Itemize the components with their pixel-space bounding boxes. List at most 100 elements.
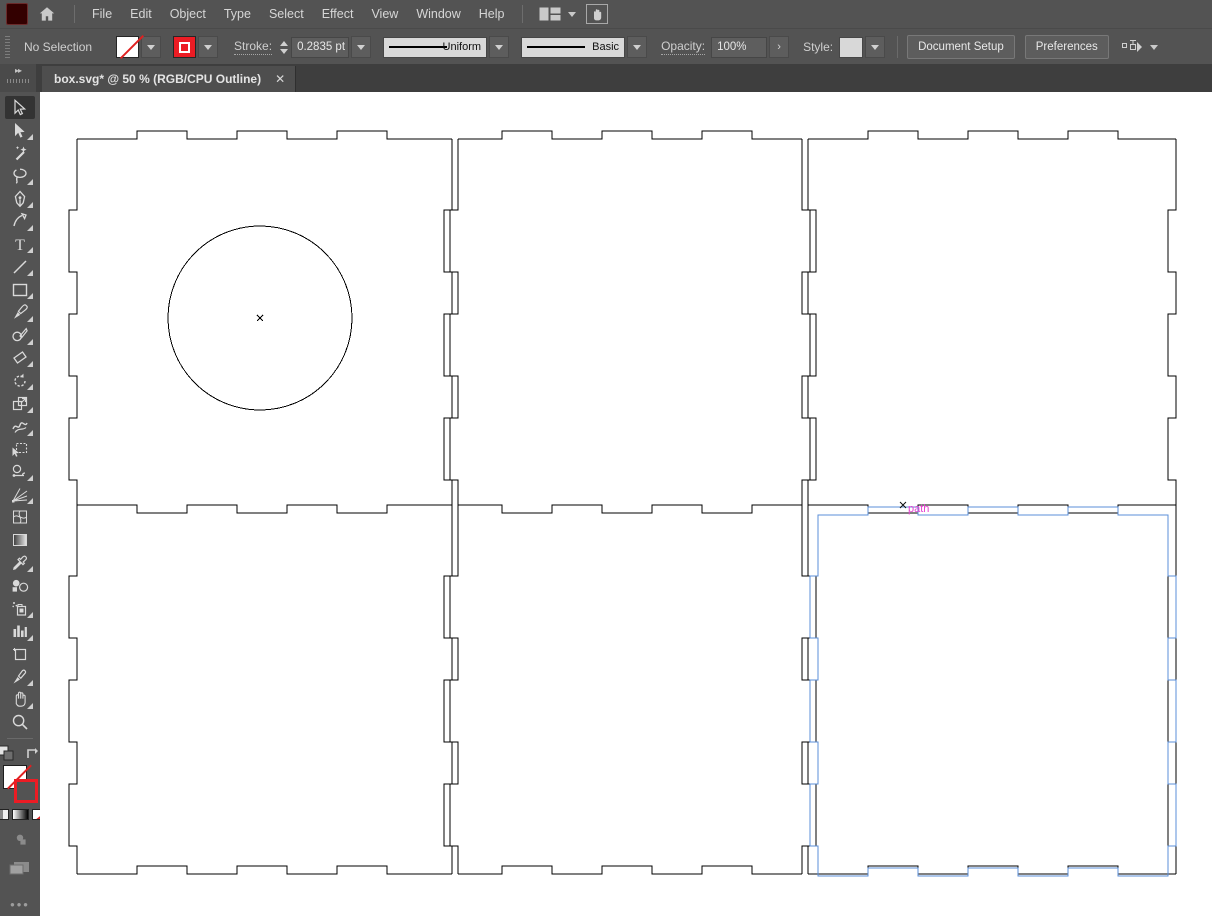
gradient-swatch-button[interactable]: [12, 809, 29, 820]
flyout-indicator: [27, 202, 33, 208]
brush-definition-field[interactable]: Basic: [521, 37, 625, 58]
gradient-tool[interactable]: [5, 529, 35, 552]
stroke-swatch[interactable]: [173, 36, 196, 58]
lasso-tool[interactable]: [5, 164, 35, 187]
type-tool[interactable]: T: [5, 233, 35, 256]
document-tab-bar: ▸▸ box.svg* @ 50 % (RGB/CPU Outline) ✕: [0, 64, 1212, 92]
control-bar-grip[interactable]: [5, 36, 10, 58]
color-swatch-button[interactable]: [0, 809, 9, 820]
stroke-swatch-toolbar[interactable]: [14, 779, 38, 803]
blend-tool[interactable]: [5, 574, 35, 597]
align-dropdown-caret-icon[interactable]: [1150, 45, 1158, 50]
panel2-right-edge: [802, 139, 810, 505]
perspective-grid-tool[interactable]: [5, 483, 35, 506]
stroke-dropdown-button[interactable]: [198, 36, 218, 58]
line-segment-tool[interactable]: [5, 255, 35, 278]
document-tab[interactable]: box.svg* @ 50 % (RGB/CPU Outline) ✕: [42, 66, 296, 92]
menu-help[interactable]: Help: [470, 3, 514, 25]
fill-and-stroke-indicator[interactable]: [2, 765, 38, 803]
chevron-down-icon: [633, 45, 641, 50]
paintbrush-tool[interactable]: [5, 301, 35, 324]
column-graph-tool[interactable]: [5, 620, 35, 643]
width-profile-field[interactable]: Uniform: [383, 37, 487, 58]
selected-path-highlight[interactable]: [810, 507, 1176, 876]
circle-center-mark: [257, 315, 263, 321]
menu-type[interactable]: Type: [215, 3, 260, 25]
flyout-indicator: [27, 134, 33, 140]
fill-stroke-controls: [0, 745, 42, 763]
symbol-sprayer-tool[interactable]: [5, 597, 35, 620]
stepper-up-icon[interactable]: [280, 41, 288, 46]
stroke-weight-input[interactable]: 0.2835 pt: [291, 37, 349, 58]
stroke-weight-dropdown[interactable]: [351, 36, 371, 58]
stroke-swatch-group[interactable]: [173, 36, 218, 58]
menu-window[interactable]: Window: [407, 3, 469, 25]
preferences-button[interactable]: Preferences: [1025, 35, 1109, 59]
shape-builder-tool[interactable]: [5, 461, 35, 484]
panel1-left-edge: [69, 139, 77, 505]
edit-toolbar-icon[interactable]: •••: [5, 893, 35, 916]
stepper-down-icon[interactable]: [280, 49, 288, 54]
artboard-tool[interactable]: [5, 643, 35, 666]
smart-guide-label: path: [908, 503, 929, 515]
menu-view[interactable]: View: [362, 3, 407, 25]
opacity-options-button[interactable]: ›: [769, 36, 789, 58]
graphic-style-dropdown[interactable]: [865, 36, 885, 58]
menu-object[interactable]: Object: [161, 3, 215, 25]
free-transform-tool[interactable]: [5, 438, 35, 461]
chevron-down-icon[interactable]: [568, 12, 576, 17]
menu-select[interactable]: Select: [260, 3, 313, 25]
flyout-indicator: [27, 498, 33, 504]
align-to-selection-icon[interactable]: [1121, 38, 1145, 56]
selection-tool[interactable]: [5, 96, 35, 119]
toolbar-divider: [7, 738, 33, 739]
panel2-bottom-edge: [458, 505, 802, 513]
stroke-weight-stepper[interactable]: [280, 41, 288, 54]
pen-tool[interactable]: [5, 187, 35, 210]
rotate-tool[interactable]: [5, 369, 35, 392]
home-icon[interactable]: [34, 1, 60, 27]
close-icon[interactable]: ✕: [275, 73, 285, 85]
menu-file[interactable]: File: [83, 3, 121, 25]
hand-tool[interactable]: [5, 688, 35, 711]
eyedropper-tool[interactable]: [5, 552, 35, 575]
width-profile-preview: [389, 46, 447, 48]
opacity-input[interactable]: 100%: [711, 37, 767, 58]
zoom-tool[interactable]: [5, 711, 35, 734]
panel-grip[interactable]: [7, 79, 29, 83]
change-screen-mode-button[interactable]: [5, 857, 35, 882]
fill-swatch[interactable]: [116, 36, 139, 58]
menu-separator: [74, 5, 75, 23]
stroke-label[interactable]: Stroke:: [234, 39, 272, 55]
scale-tool[interactable]: [5, 392, 35, 415]
flyout-indicator: [27, 680, 33, 686]
mesh-tool[interactable]: [5, 506, 35, 529]
document-setup-button[interactable]: Document Setup: [907, 35, 1015, 59]
opacity-label[interactable]: Opacity:: [661, 39, 705, 55]
artboard-canvas[interactable]: path: [40, 92, 1212, 916]
width-tool[interactable]: [5, 415, 35, 438]
width-profile-dropdown[interactable]: [489, 36, 509, 58]
brush-definition-dropdown[interactable]: [627, 36, 647, 58]
expand-panels-icon[interactable]: ▸▸: [0, 64, 36, 92]
direct-selection-tool[interactable]: [5, 119, 35, 142]
menu-edit[interactable]: Edit: [121, 3, 161, 25]
fill-swatch-group[interactable]: [116, 36, 161, 58]
curvature-tool[interactable]: [5, 210, 35, 233]
magic-wand-tool[interactable]: [5, 142, 35, 165]
shaper-tool[interactable]: [5, 324, 35, 347]
rectangle-tool[interactable]: [5, 278, 35, 301]
hand-tool-icon[interactable]: [586, 4, 608, 24]
graphic-style-swatch[interactable]: [839, 37, 863, 58]
chevron-down-icon: [204, 45, 212, 50]
panel4-bottom-edge: [77, 866, 452, 874]
fill-dropdown-button[interactable]: [141, 36, 161, 58]
slice-tool[interactable]: [5, 666, 35, 689]
menu-bar: File Edit Object Type Select Effect View…: [0, 0, 1212, 28]
menu-effect[interactable]: Effect: [313, 3, 363, 25]
artwork-svg[interactable]: path: [40, 92, 1212, 916]
flyout-indicator: [27, 635, 33, 641]
eraser-tool[interactable]: [5, 347, 35, 370]
arrange-documents-icon[interactable]: [537, 5, 563, 23]
drawing-mode-button[interactable]: [5, 828, 35, 851]
